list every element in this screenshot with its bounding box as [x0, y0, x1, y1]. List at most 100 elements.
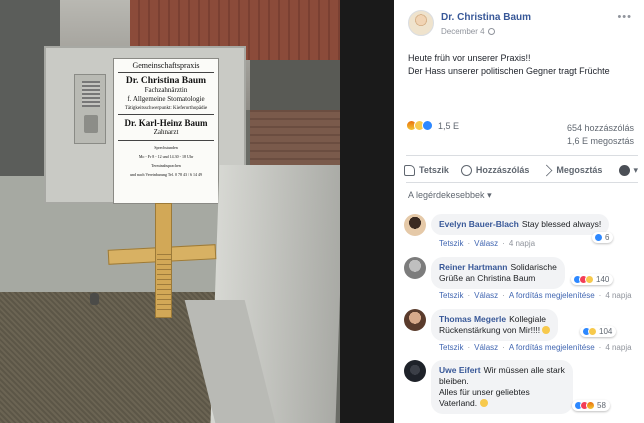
comment-text: Wir müssen alle stark	[483, 365, 565, 375]
meta-separator: ·	[502, 343, 505, 352]
comment-reactions[interactable]: 140	[571, 274, 614, 286]
sort-label: A legérdekesebbek	[408, 190, 485, 200]
comment-count[interactable]: 654 hozzászólás	[567, 122, 634, 135]
globe-icon	[487, 28, 495, 35]
translate-link[interactable]: A fordítás megjelenítése	[509, 291, 595, 300]
reaction-count[interactable]: 1,5 E	[438, 121, 459, 131]
wow-reaction-icon	[585, 275, 594, 285]
comment-reactions[interactable]: 58	[572, 400, 610, 412]
comment-time[interactable]: 4 napja	[605, 291, 631, 300]
sign-doctor1-note: Tätigkeitsschwerpunkt: Kieferorthopädie	[118, 106, 214, 115]
sign-doctor2-name: Dr. Karl-Heinz Baum	[124, 118, 208, 128]
comment-like-link[interactable]: Tetszik	[439, 291, 463, 300]
share-count[interactable]: 1,6 E megosztás	[567, 135, 634, 148]
share-button[interactable]: Megosztás	[541, 164, 603, 176]
comment-meta: Tetszik · Válasz · 4 napja	[439, 239, 535, 248]
comment-text: Solidarische	[510, 262, 557, 272]
comment-bubble: Reiner Hartmann Solidarische Grüße an Chri…	[431, 257, 565, 289]
meta-separator: ·	[502, 239, 505, 248]
commenter-avatar[interactable]	[404, 214, 426, 236]
meta-separator: ·	[467, 239, 471, 248]
sign-hours-line: und nach Vereinbarung Tel. 0 78 43 / 6 1…	[129, 172, 203, 177]
sign-doctor1-title: Fachzahnärztin	[144, 86, 188, 94]
comment-reactions[interactable]: 104	[580, 326, 617, 338]
author-name[interactable]: Dr. Christina Baum	[441, 12, 531, 23]
comment-reactions[interactable]: 6	[592, 232, 614, 244]
post-photo[interactable]: Gemeinschaftspraxis Dr. Christina Baum F…	[0, 0, 340, 423]
intercom-button	[84, 115, 98, 133]
share-icon	[541, 164, 553, 176]
author-avatar[interactable]	[408, 10, 434, 36]
comment-button[interactable]: Hozzászólás	[460, 164, 529, 176]
comment-meta: Tetszik · Válasz · A fordítás megjelenítése ·…	[439, 291, 632, 300]
intercom-speaker	[82, 81, 100, 107]
comment-reaction-count: 104	[599, 327, 613, 336]
comment-text: Stay blessed always!	[521, 219, 602, 229]
post-panel: Dr. Christina Baum December 4 ••• Heute …	[394, 0, 644, 423]
comment: Uwe Eifert Wir müssen alle stark bleiben. A…	[404, 360, 640, 420]
commenter-name[interactable]: Evelyn Bauer-Blach	[439, 219, 519, 229]
page-avatar-icon	[619, 164, 631, 176]
comment-bubble: Thomas Megerle Kollegiale Rückenstärkung v…	[431, 309, 559, 341]
translate-link[interactable]: A fordítás megjelenítése	[509, 343, 595, 352]
commenter-avatar[interactable]	[404, 360, 426, 382]
post-date[interactable]: December 4	[441, 27, 495, 36]
reaction-summary[interactable]: 1,5 E 654 hozzászólás 1,6 E megosztás	[406, 120, 638, 146]
share-label: Megosztás	[556, 165, 603, 175]
commenter-name[interactable]: Uwe Eifert	[439, 365, 481, 375]
comment-time[interactable]: 4 napja	[509, 239, 535, 248]
cross-writing	[157, 254, 171, 314]
sign-hours-heading: Sprechstunden	[154, 145, 178, 150]
sign-header: Gemeinschaftspraxis	[118, 61, 214, 73]
comment-text: Alles für unser geliebtes	[439, 387, 530, 397]
divider	[406, 155, 638, 156]
comment-like-link[interactable]: Tetszik	[439, 343, 463, 352]
comment-text: Grüße an Christina Baum	[439, 273, 536, 283]
wooden-cross-post	[155, 203, 172, 318]
post-text: Heute früh vor unserer Praxis!! Der Hass…	[408, 52, 638, 78]
divider	[406, 182, 638, 183]
comment-bubble: Evelyn Bauer-Blach Stay blessed always!	[431, 214, 610, 235]
comment-reaction-count: 58	[597, 401, 606, 410]
thumbs-up-icon	[404, 164, 415, 176]
commenter-avatar[interactable]	[404, 309, 426, 331]
post-date-text[interactable]: December 4	[441, 27, 485, 36]
commenter-name[interactable]: Thomas Megerle	[439, 314, 506, 324]
sign-doctor1-specialty: f. Allgemeine Stomatologie	[127, 95, 205, 103]
comment-text: Kollegiale	[509, 314, 546, 324]
like-label: Tetszik	[419, 165, 449, 175]
sign-doctor2-title: Zahnarzt	[118, 128, 214, 141]
sign-hours-line: Terminabsprachen	[151, 163, 181, 168]
post-header: Dr. Christina Baum December 4 •••	[408, 10, 638, 40]
meta-separator: ·	[598, 291, 602, 300]
like-reaction-icon	[422, 120, 433, 132]
commenter-avatar[interactable]	[404, 257, 426, 279]
angry-reaction-icon	[586, 401, 595, 411]
page-selector[interactable]: ▾	[619, 164, 638, 176]
post-text-line: Heute früh vor unserer Praxis!!	[408, 53, 531, 63]
practice-sign: Gemeinschaftspraxis Dr. Christina Baum F…	[113, 58, 219, 204]
comment-sort-dropdown[interactable]: A legérdekesebbek ▾	[408, 190, 492, 201]
comment-icon	[460, 164, 472, 176]
meta-separator: ·	[598, 343, 602, 352]
comment-meta: Tetszik · Válasz · A fordítás megjelenítése ·…	[439, 343, 632, 352]
intercom	[74, 74, 106, 144]
dark-divider	[340, 0, 394, 423]
comment-time[interactable]: 4 napja	[605, 343, 631, 352]
thumbs-up-emoji-icon	[542, 326, 551, 334]
wow-reaction-icon	[588, 327, 597, 337]
commenter-name[interactable]: Reiner Hartmann	[439, 262, 508, 272]
chevron-down-icon: ▾	[633, 164, 638, 175]
comment-reply-link[interactable]: Válasz	[474, 343, 498, 352]
comment-like-link[interactable]: Tetszik	[439, 239, 463, 248]
comment-bubble: Uwe Eifert Wir müssen alle stark bleiben. A…	[431, 360, 573, 414]
flexed-arm-emoji-icon	[479, 399, 488, 407]
comment-text: bleiben.	[439, 376, 469, 386]
sign-doctor1-name: Dr. Christina Baum	[125, 76, 207, 86]
comment-text: Vaterland.	[439, 398, 478, 408]
post-text-line: Der Hass unserer politischen Gegner trag…	[408, 66, 610, 76]
ellipsis-icon[interactable]: •••	[617, 11, 632, 23]
comment-reply-link[interactable]: Válasz	[474, 291, 498, 300]
comment-reply-link[interactable]: Válasz	[474, 239, 498, 248]
like-button[interactable]: Tetszik	[404, 164, 449, 176]
